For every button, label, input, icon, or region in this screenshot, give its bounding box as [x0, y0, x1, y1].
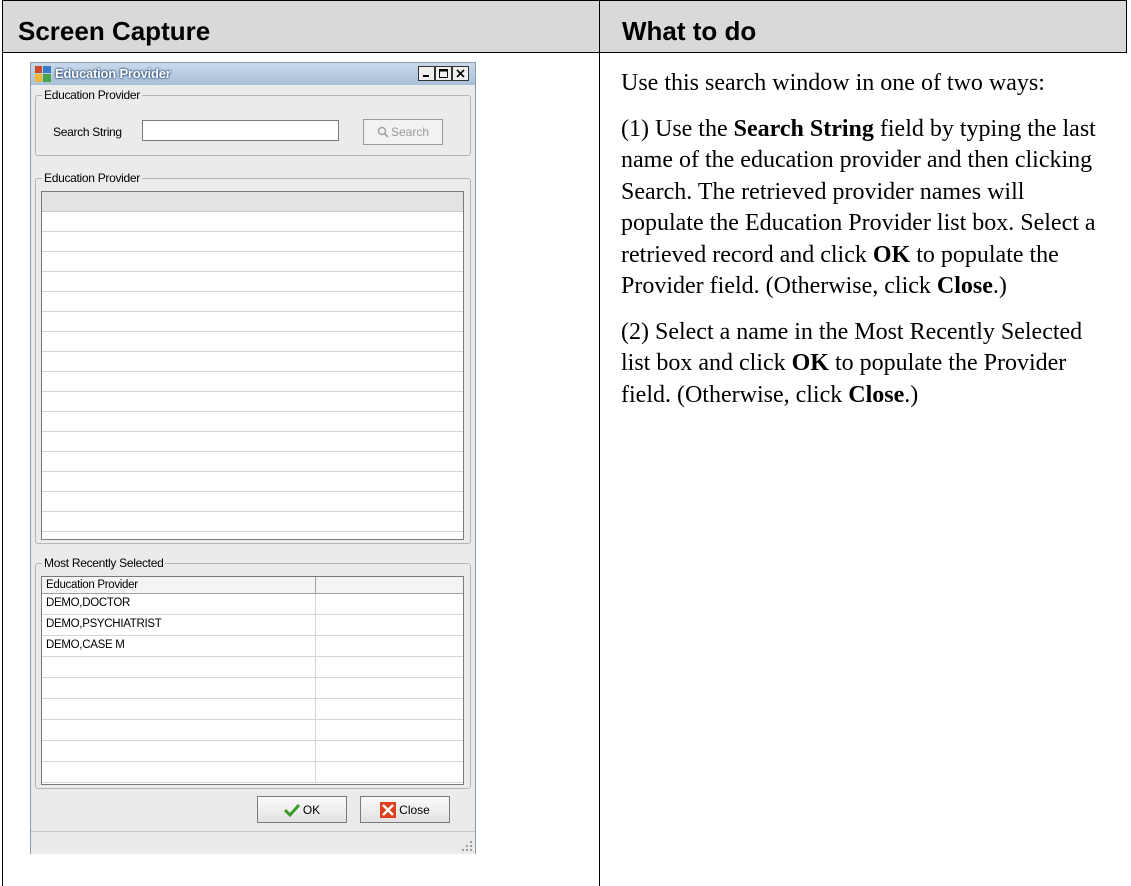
list-row[interactable]	[42, 332, 463, 352]
table-row[interactable]: DEMO,PSYCHIATRIST	[42, 615, 463, 636]
table-row[interactable]	[42, 657, 463, 678]
instructions-text: Use this search window in one of two way…	[621, 68, 1111, 425]
table-row[interactable]: DEMO,DOCTOR	[42, 594, 463, 615]
step1-text-a: (1) Use the	[621, 115, 734, 142]
table-row[interactable]	[42, 720, 463, 741]
status-bar	[31, 831, 475, 854]
red-x-icon	[380, 801, 397, 818]
list-row[interactable]	[42, 272, 463, 292]
maximize-button[interactable]	[435, 66, 452, 81]
list-row[interactable]	[42, 512, 463, 532]
education-provider-window: Education Provider Education Provider Se…	[30, 62, 476, 854]
ok-button-label: OK	[302, 802, 321, 817]
checkmark-icon	[283, 803, 300, 817]
list-row	[42, 192, 463, 212]
table-row[interactable]: DEMO,CASE M	[42, 636, 463, 657]
recent-group-label: Most Recently Selected	[42, 556, 166, 570]
document-table: Screen Capture What to do Use this searc…	[2, 0, 1127, 886]
instruction-step-2: (2) Select a name in the Most Recently S…	[621, 317, 1111, 412]
close-window-button[interactable]	[452, 66, 469, 81]
step1-close-term: Close	[936, 273, 993, 299]
step2-close-term: Close	[848, 381, 905, 408]
title-bar-buttons	[418, 66, 469, 82]
search-button-label: Search	[390, 125, 430, 139]
list-row[interactable]	[42, 412, 463, 432]
table-header-row: Screen Capture What to do	[2, 0, 1127, 53]
table-row[interactable]	[42, 762, 463, 783]
step1-text-g: .)	[992, 273, 1007, 299]
search-string-input[interactable]	[142, 120, 339, 141]
recent-grid[interactable]: Education Provider DEMO,DOCTOR DEMO,PSYC…	[41, 576, 464, 785]
list-row[interactable]	[42, 472, 463, 492]
list-row[interactable]	[42, 352, 463, 372]
table-row[interactable]	[42, 699, 463, 720]
search-group: Education Provider Search String Search	[35, 88, 471, 156]
resize-grip-icon[interactable]	[461, 840, 473, 852]
table-column-divider	[599, 0, 600, 886]
table-row[interactable]	[42, 678, 463, 699]
list-row[interactable]	[42, 292, 463, 312]
search-button[interactable]: Search	[363, 119, 443, 145]
recent-cell: DEMO,PSYCHIATRIST	[42, 615, 316, 635]
results-group: Education Provider	[35, 171, 471, 544]
instruction-intro: Use this search window in one of two way…	[621, 70, 1045, 96]
column-header-empty	[316, 577, 463, 593]
ok-button[interactable]: OK	[257, 796, 347, 823]
recent-grid-header: Education Provider	[42, 577, 463, 594]
minimize-icon	[423, 75, 429, 77]
step2-ok-term: OK	[791, 350, 829, 376]
recent-group: Most Recently Selected Education Provide…	[35, 556, 471, 789]
list-row[interactable]	[42, 212, 463, 232]
table-row[interactable]	[42, 741, 463, 762]
header-screen-capture: Screen Capture	[18, 16, 211, 46]
list-row[interactable]	[42, 432, 463, 452]
app-icon	[35, 66, 51, 82]
list-row[interactable]	[42, 372, 463, 392]
table-left-border	[2, 0, 3, 886]
close-icon	[456, 69, 465, 78]
list-row[interactable]	[42, 492, 463, 512]
maximize-icon	[439, 69, 448, 78]
list-row[interactable]	[42, 452, 463, 472]
instruction-step-1: (1) Use the Search String field by typin…	[621, 114, 1111, 303]
step1-ok-term: OK	[872, 241, 911, 268]
recent-cell: DEMO,DOCTOR	[42, 594, 316, 614]
search-string-label: Search String	[53, 125, 122, 139]
results-group-label: Education Provider	[42, 171, 142, 185]
close-button[interactable]: Close	[360, 796, 450, 823]
list-row[interactable]	[42, 232, 463, 252]
title-bar[interactable]: Education Provider	[31, 63, 475, 85]
header-what-to-do: What to do	[622, 16, 757, 46]
list-row[interactable]	[42, 392, 463, 412]
list-row[interactable]	[42, 252, 463, 272]
minimize-button[interactable]	[418, 66, 435, 81]
close-button-label: Close	[399, 802, 430, 817]
step2-text-e: .)	[904, 381, 919, 408]
education-provider-listbox[interactable]	[41, 191, 464, 540]
window-title: Education Provider	[55, 66, 171, 81]
step1-search-string-term: Search String	[733, 115, 874, 142]
search-group-label: Education Provider	[42, 88, 142, 102]
recent-cell: DEMO,CASE M	[42, 636, 316, 656]
table-right-border	[1126, 0, 1127, 53]
column-header-education-provider[interactable]: Education Provider	[42, 577, 316, 593]
magnifier-icon	[377, 126, 389, 138]
list-row[interactable]	[42, 312, 463, 332]
